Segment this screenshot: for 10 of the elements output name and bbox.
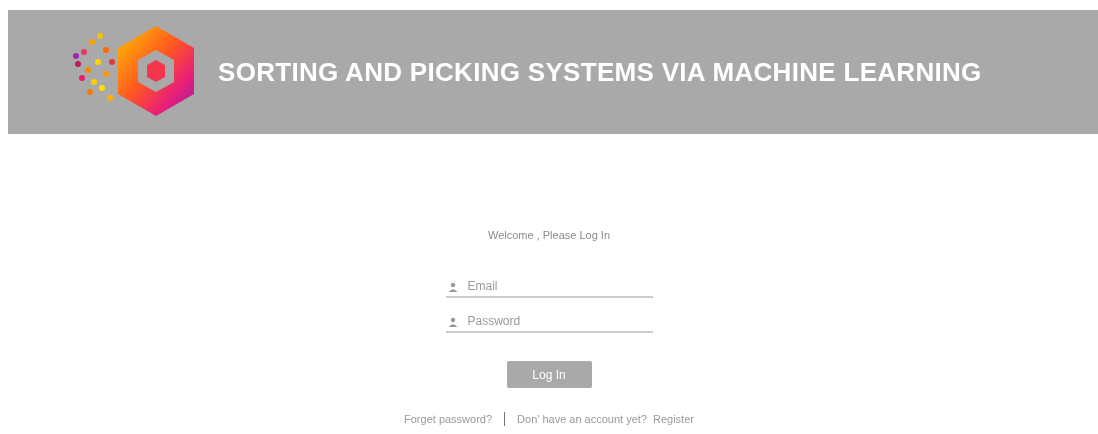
input-field[interactable]: Password [445,310,653,333]
forgot-password-link[interactable]: Forget password? [404,413,493,425]
register-prompt: Don' have an account yet? [517,413,647,425]
user-icon [447,317,458,327]
site-title: SORTING AND PICKING SYSTEMS VIA MACHINE LEARNING [218,56,982,88]
welcome-text: Welcome , Please Log In [487,229,611,241]
login-button[interactable]: Log In [506,361,592,388]
register-link[interactable]: Register [653,413,694,425]
user-icon [447,282,458,292]
input-field[interactable]: Email [445,275,653,298]
